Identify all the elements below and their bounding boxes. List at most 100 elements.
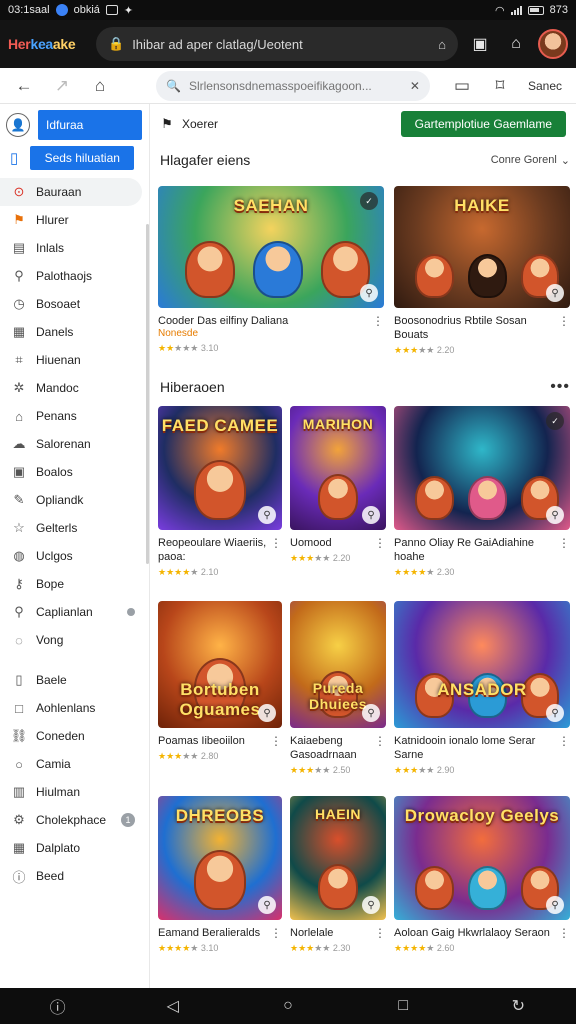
sidebar-scrollbar[interactable]: [146, 224, 149, 564]
game-thumbnail[interactable]: ✓ ⚲: [394, 406, 570, 530]
tabs-icon[interactable]: ▣: [466, 30, 494, 58]
game-card[interactable]: HAIKE ⚲ Boosonodrius Rbtile Sosan Bouats ⋮ ★…: [394, 186, 570, 356]
install-icon[interactable]: ⚲: [258, 896, 276, 914]
sidebar-item-palothaojs[interactable]: ⚲ Palothaojs: [0, 262, 149, 290]
install-icon[interactable]: ⚲: [546, 704, 564, 722]
rotate-icon[interactable]: ↻: [503, 991, 533, 1021]
game-card[interactable]: HAEIN ⚲ Norlelale ⋮ ★★★★★ 2.30: [290, 796, 386, 954]
recents-icon[interactable]: □: [388, 991, 418, 1021]
sidebar-item-opliandk[interactable]: ✎ Opliandk: [0, 486, 149, 514]
sidebar-item-danels[interactable]: ▦ Danels: [0, 318, 149, 346]
sidebar-item-penans[interactable]: ⌂ Penans: [0, 402, 149, 430]
install-icon[interactable]: ⚲: [360, 284, 378, 302]
install-icon[interactable]: ⚲: [258, 704, 276, 722]
install-icon[interactable]: ⚲: [546, 506, 564, 524]
home-icon[interactable]: ⌂: [438, 37, 446, 52]
install-icon[interactable]: ⚲: [546, 284, 564, 302]
sidebar-item-beed[interactable]: ⓘ Beed: [0, 862, 149, 890]
game-title[interactable]: Panno Oliay Re GaiAdiahine hoahe: [394, 537, 534, 563]
sort-dropdown[interactable]: Conre Gorenl ⌄: [491, 154, 570, 167]
sidebar-secondary-button[interactable]: Seds hiluatian: [30, 146, 135, 170]
sidebar-item-salorenan[interactable]: ☁ Salorenan: [0, 430, 149, 458]
help-icon[interactable]: ⓘ: [43, 991, 73, 1021]
sidebar-item-dalplato[interactable]: ▦ Dalplato: [0, 834, 149, 862]
game-title[interactable]: Katnidooin ionalo lome Serar Sarne: [394, 735, 535, 761]
game-thumbnail[interactable]: SAEHAN ✓ ⚲: [158, 186, 384, 308]
sidebar-item-gelterls[interactable]: ☆ Gelterls: [0, 514, 149, 542]
install-icon[interactable]: ⚲: [258, 506, 276, 524]
game-card[interactable]: DHREOBS ⚲ Eamand Beralieralds ⋮ ★★★★★ 3.10: [158, 796, 282, 954]
game-title[interactable]: Eamand Beralieralds: [158, 927, 260, 939]
install-icon[interactable]: ⚲: [362, 506, 380, 524]
game-card[interactable]: SAEHAN ✓ ⚲ Cooder Das eilfiny Daliana ⋮ Nones…: [158, 186, 384, 354]
game-card[interactable]: ✓ ⚲ Panno Oliay Re GaiAdiahine hoahe ⋮ ★★★★★…: [394, 406, 570, 578]
sidebar-item-hiuenan[interactable]: ⌗ Hiuenan: [0, 346, 149, 374]
sidebar-item-bauraan[interactable]: ⊙ Bauraan: [0, 178, 142, 206]
clear-icon[interactable]: ✕: [410, 79, 420, 93]
game-thumbnail[interactable]: Drowacloy Geelys ⚲: [394, 796, 570, 920]
more-icon[interactable]: •••: [550, 378, 570, 396]
game-card[interactable]: Bortuben Oguames ⚲ Poamas Iibeoiilon ⋮ ★★★★★…: [158, 601, 282, 762]
toolbar-action[interactable]: Sanec: [522, 79, 568, 93]
sidebar-item-mandoc[interactable]: ✲ Mandoc: [0, 374, 149, 402]
kebab-menu-icon[interactable]: ⋮: [558, 314, 570, 328]
game-title[interactable]: Aoloan Gaig Hkwrlalaoy Seraon: [394, 927, 550, 939]
kebab-menu-icon[interactable]: ⋮: [558, 734, 570, 748]
game-title[interactable]: Cooder Das eilfiny Daliana: [158, 315, 288, 327]
game-title[interactable]: Boosonodrius Rbtile Sosan Bouats: [394, 315, 527, 341]
game-thumbnail[interactable]: HAEIN ⚲: [290, 796, 386, 920]
game-card[interactable]: ANSADOR ⚲ Katnidooin ionalo lome Serar Sar…: [394, 601, 570, 776]
profile-icon[interactable]: 👤: [6, 113, 30, 137]
game-title[interactable]: Poamas Iibeoiilon: [158, 735, 245, 747]
home-button-icon[interactable]: ○: [273, 991, 303, 1021]
game-title[interactable]: Norlelale: [290, 927, 333, 939]
get-started-button[interactable]: Gartemplotiue Gaemlame: [400, 111, 566, 137]
game-thumbnail[interactable]: MARIHON ⚲: [290, 406, 386, 530]
sidebar-item-aohlenlans[interactable]: □ Aohlenlans: [0, 694, 149, 722]
sidebar-item-uclgos[interactable]: ◍ Uclgos: [0, 542, 149, 570]
kebab-menu-icon[interactable]: ⋮: [374, 536, 386, 550]
avatar[interactable]: [538, 29, 568, 59]
sidebar-item-bosoaet[interactable]: ◷ Bosoaet: [0, 290, 149, 318]
game-thumbnail[interactable]: Pureda Dhuiees ⚲: [290, 601, 386, 728]
address-bar[interactable]: 🔒 Ihibar ad aper clatlag/Ueotent ⌂: [96, 27, 458, 61]
game-card[interactable]: Pureda Dhuiees ⚲ Kaiaebeng Gasoadrnaan ⋮ ★★★…: [290, 601, 386, 776]
game-title[interactable]: Kaiaebeng Gasoadrnaan: [290, 735, 357, 761]
game-title[interactable]: Reopeoulare Wiaeriis, paoa:: [158, 537, 266, 563]
game-thumbnail[interactable]: FAED CAMEE ⚲: [158, 406, 282, 530]
sidebar-item-inlals[interactable]: ▤ Inlals: [0, 234, 149, 262]
brand-logo[interactable]: Herkeaake: [8, 36, 88, 52]
install-icon[interactable]: ⚲: [362, 896, 380, 914]
search-input[interactable]: [188, 78, 402, 93]
install-icon[interactable]: ⚲: [362, 704, 380, 722]
sidebar-item-hlurer[interactable]: ⚑ Hlurer: [0, 206, 149, 234]
sidebar-item-bope[interactable]: ⚷ Bope: [0, 570, 149, 598]
sidebar-item-coneden[interactable]: ⛓ Coneden: [0, 722, 149, 750]
home-outline-icon[interactable]: ⌂: [84, 70, 116, 102]
bookmark-outline-icon[interactable]: ⌑: [484, 70, 516, 102]
kebab-menu-icon[interactable]: ⋮: [558, 536, 570, 550]
kebab-menu-icon[interactable]: ⋮: [270, 734, 282, 748]
kebab-menu-icon[interactable]: ⋮: [374, 926, 386, 940]
window-icon[interactable]: ▭: [446, 70, 478, 102]
forward-icon[interactable]: ↗: [46, 70, 78, 102]
game-card[interactable]: Drowacloy Geelys ⚲ Aoloan Gaig Hkwrlalaoy …: [394, 796, 570, 954]
kebab-menu-icon[interactable]: ⋮: [558, 926, 570, 940]
search-bar[interactable]: 🔍 ✕: [156, 70, 430, 101]
sidebar-primary-button[interactable]: Idfuraa: [38, 110, 142, 140]
install-icon[interactable]: ⚲: [546, 896, 564, 914]
sidebar-item-vong[interactable]: ◌ Vong: [0, 626, 149, 654]
kebab-menu-icon[interactable]: ⋮: [270, 536, 282, 550]
game-title[interactable]: Uomood: [290, 537, 332, 549]
kebab-menu-icon[interactable]: ⋮: [270, 926, 282, 940]
game-thumbnail[interactable]: DHREOBS ⚲: [158, 796, 282, 920]
game-thumbnail[interactable]: ANSADOR ⚲: [394, 601, 570, 728]
kebab-menu-icon[interactable]: ⋮: [372, 314, 384, 328]
game-card[interactable]: MARIHON ⚲ Uomood ⋮ ★★★★★ 2.20: [290, 406, 386, 564]
back-icon[interactable]: ◁: [158, 991, 188, 1021]
game-card[interactable]: FAED CAMEE ⚲ Reopeoulare Wiaeriis, paoa: ⋮ ★…: [158, 406, 282, 578]
sidebar-item-hiulman[interactable]: ▥ Hiulman: [0, 778, 149, 806]
sidebar-item-camia[interactable]: ○ Camia: [0, 750, 149, 778]
sidebar-item-cholekphace[interactable]: ⚙ Cholekphace 1: [0, 806, 149, 834]
bookmark-icon[interactable]: ⌂: [502, 30, 530, 58]
